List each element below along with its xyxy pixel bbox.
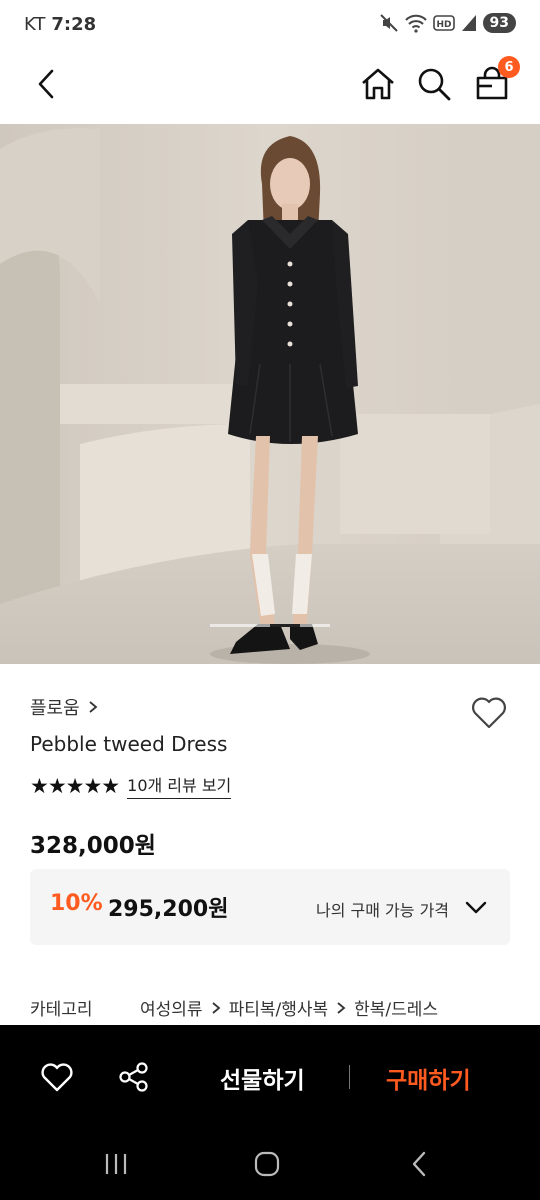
category-item[interactable]: 한복/드레스 — [354, 995, 438, 1020]
carousel-indicator — [210, 624, 330, 627]
gift-button[interactable]: 선물하기 — [220, 1061, 305, 1095]
action-divider — [349, 1065, 350, 1089]
system-home-button[interactable] — [253, 1150, 281, 1178]
back-button[interactable] — [28, 66, 64, 102]
chevron-down-icon[interactable] — [464, 895, 488, 919]
system-nav-bar — [0, 1128, 540, 1200]
home-button[interactable] — [358, 64, 398, 104]
home-icon — [362, 68, 394, 100]
battery-level: 93 — [482, 13, 516, 33]
search-button[interactable] — [414, 64, 454, 104]
heart-outline-icon — [41, 1063, 73, 1092]
buy-button[interactable]: 구매하기 — [386, 1061, 471, 1095]
category-label: 카테고리 — [30, 1000, 93, 1020]
system-back-button[interactable] — [406, 1150, 434, 1178]
carousel-indicator-active — [270, 624, 300, 627]
carrier-label: KT — [24, 14, 46, 35]
chevron-left-icon — [38, 69, 54, 99]
chevron-right-icon — [337, 1001, 346, 1014]
heart-outline-icon — [472, 697, 506, 729]
discount-box[interactable]: 10% 295,200원 나의 구매 가능 가격 — [30, 869, 510, 945]
search-icon — [418, 68, 451, 101]
svg-text:HD: HD — [436, 20, 451, 30]
rating-row: ★★★★★ 10개 리뷰 보기 — [30, 772, 232, 799]
home-circle-icon — [254, 1151, 280, 1177]
chevron-right-icon — [211, 1001, 220, 1014]
share-button[interactable] — [118, 1061, 150, 1093]
app-header: 6 — [0, 52, 540, 124]
category-row: 카테고리 여성의류 파티복/행사복 한복/드레스 — [30, 995, 438, 1020]
status-icons: HD 93 — [379, 13, 516, 33]
wishlist-bottom-button[interactable] — [40, 1061, 74, 1093]
category-breadcrumb: 여성의류 파티복/행사복 한복/드레스 — [140, 995, 438, 1020]
chevron-right-icon — [89, 701, 98, 713]
discount-price: 295,200원 — [108, 897, 229, 922]
brand-name: 플로움 — [30, 698, 80, 719]
discount-rate: 10% — [50, 891, 103, 916]
wishlist-button[interactable] — [470, 694, 508, 730]
category-item[interactable]: 여성의류 — [140, 995, 203, 1020]
signal-icon — [461, 14, 477, 32]
my-price-label: 나의 구매 가능 가격 — [316, 901, 450, 920]
brand-link[interactable]: 플로움 — [30, 694, 98, 720]
original-price: 328,000원 — [30, 833, 156, 859]
product-image[interactable] — [0, 124, 540, 664]
category-item[interactable]: 파티복/행사복 — [229, 995, 329, 1020]
status-bar: KT 7:28 HD 93 — [0, 0, 540, 52]
action-bar: 선물하기 구매하기 — [0, 1025, 540, 1128]
status-left: KT 7:28 — [24, 14, 96, 35]
wifi-icon — [404, 13, 427, 33]
mute-icon — [379, 13, 399, 33]
product-photo — [0, 124, 540, 664]
recents-button[interactable] — [102, 1150, 130, 1178]
hd-icon: HD — [432, 14, 455, 32]
review-link[interactable]: 10개 리뷰 보기 — [127, 772, 232, 799]
back-arrow-icon — [412, 1151, 426, 1177]
clock: 7:28 — [51, 14, 97, 35]
cart-button[interactable]: 6 — [472, 56, 520, 104]
recents-icon — [105, 1154, 127, 1174]
share-icon — [119, 1062, 148, 1092]
product-name: Pebble tweed Dress — [30, 732, 228, 756]
star-rating: ★★★★★ — [30, 773, 120, 798]
cart-count-badge: 6 — [498, 56, 520, 78]
